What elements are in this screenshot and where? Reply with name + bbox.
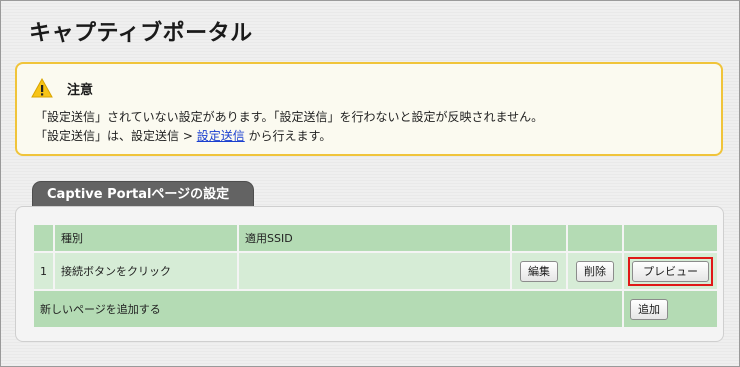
- page-title: キャプティブポータル: [29, 21, 253, 46]
- preview-button[interactable]: プレビュー: [632, 260, 709, 282]
- row-ssid: [239, 253, 510, 289]
- header-delete-cell: [568, 225, 622, 251]
- table-row: 1 接続ボタンをクリック 編集 削除 プレビュー: [34, 253, 717, 289]
- header-index-cell: [34, 225, 53, 251]
- notice-instruction: 「設定送信」は、設定送信 > 設定送信 から行えます。: [35, 127, 331, 144]
- header-ssid: 適用SSID: [239, 225, 510, 251]
- notice-title: 注意: [67, 82, 94, 98]
- header-preview-cell: [624, 225, 717, 251]
- section-tab: Captive Portalページの設定: [32, 181, 254, 207]
- header-edit-cell: [512, 225, 566, 251]
- captive-portal-settings-panel: 種別 適用SSID 1 接続ボタンをクリック 編集 削除 プレビュー 新しいペー…: [15, 206, 724, 342]
- notice-message: 「設定送信」されていない設定があります。「設定送信」を行わないと設定が反映されま…: [35, 110, 544, 124]
- notice-instruction-prefix: 「設定送信」は、設定送信 >: [35, 129, 197, 143]
- row-index: 1: [34, 253, 53, 289]
- table-header-row: 種別 適用SSID: [34, 225, 717, 251]
- warning-icon: [31, 78, 53, 98]
- header-type: 種別: [55, 225, 237, 251]
- row-preview-cell: プレビュー: [624, 253, 717, 289]
- add-page-row: 新しいページを追加する 追加: [34, 291, 717, 327]
- delete-button[interactable]: 削除: [576, 260, 614, 282]
- add-button-cell: 追加: [624, 291, 717, 327]
- edit-button[interactable]: 編集: [520, 260, 558, 282]
- preview-highlight: プレビュー: [628, 256, 713, 286]
- send-settings-link[interactable]: 設定送信: [197, 129, 245, 143]
- add-page-label: 新しいページを追加する: [34, 291, 622, 327]
- row-type: 接続ボタンをクリック: [55, 253, 237, 289]
- row-delete-cell: 削除: [568, 253, 622, 289]
- notice-header: 注意: [31, 78, 93, 98]
- notice-instruction-suffix: から行えます。: [244, 129, 332, 143]
- notice-box: 注意 「設定送信」されていない設定があります。「設定送信」を行わないと設定が反映…: [15, 62, 723, 156]
- row-edit-cell: 編集: [512, 253, 566, 289]
- portal-page-table: 種別 適用SSID 1 接続ボタンをクリック 編集 削除 プレビュー 新しいペー…: [32, 223, 719, 329]
- add-button[interactable]: 追加: [630, 298, 668, 320]
